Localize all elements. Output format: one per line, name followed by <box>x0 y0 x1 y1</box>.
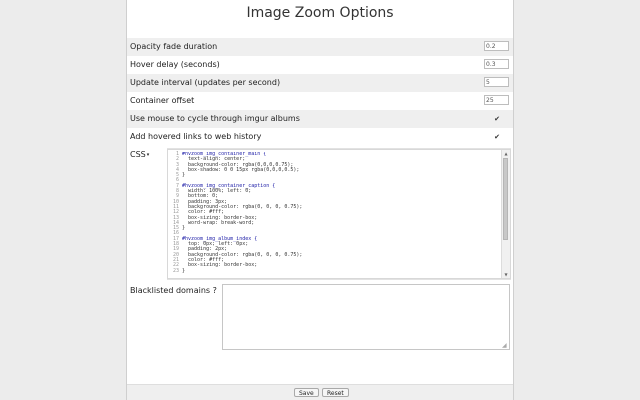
reset-button[interactable]: Reset <box>322 388 349 397</box>
imgur-cycle-label: Use mouse to cycle through imgur albums <box>130 114 300 123</box>
options-panel: Image Zoom Options Opacity fade duration… <box>126 0 514 400</box>
blacklist-label: Blacklisted domains ? <box>130 286 217 295</box>
option-row-imgur-cycle: Use mouse to cycle through imgur albums … <box>127 110 513 128</box>
save-button[interactable]: Save <box>294 388 319 397</box>
option-row-opacity: Opacity fade duration <box>127 38 513 56</box>
scroll-up-arrow-icon[interactable]: ▲ <box>502 150 510 157</box>
css-toggle[interactable]: CSS▾ <box>130 150 149 159</box>
page-title: Image Zoom Options <box>246 5 394 21</box>
css-section: 1 2 3 4 5 6 7 8 9 10 11 12 13 14 15 16 17 18 19 20 21 22 23 #h… <box>167 148 511 280</box>
css-code[interactable]: #hvzoom_img_container_main { text-align:… <box>182 152 500 278</box>
css-label: CSS <box>130 150 146 159</box>
hover-delay-label: Hover delay (seconds) <box>130 60 220 69</box>
line-number-gutter: 1 2 3 4 5 6 7 8 9 10 11 12 13 14 15 16 17 18 19 20 21 22 23 <box>168 151 179 274</box>
web-history-label: Add hovered links to web history <box>130 132 262 141</box>
opacity-fade-label: Opacity fade duration <box>130 42 218 51</box>
scroll-down-arrow-icon[interactable]: ▼ <box>502 271 510 278</box>
blacklist-textarea[interactable] <box>222 284 510 350</box>
imgur-cycle-checkbox[interactable]: ✔ <box>493 115 501 123</box>
scroll-thumb[interactable] <box>503 158 508 240</box>
resize-grip-icon[interactable]: ◢ <box>502 343 508 349</box>
opacity-fade-input[interactable] <box>484 41 509 51</box>
hover-delay-input[interactable] <box>484 59 509 69</box>
editor-scrollbar[interactable]: ▲ ▼ <box>501 150 510 278</box>
update-interval-input[interactable] <box>484 77 509 87</box>
code-line: } <box>182 267 186 274</box>
container-offset-label: Container offset <box>130 96 195 105</box>
footer-bar: Save Reset <box>127 384 513 400</box>
option-row-web-history: Add hovered links to web history ✔ <box>127 128 513 146</box>
update-interval-label: Update interval (updates per second) <box>130 78 281 87</box>
css-editor[interactable]: 1 2 3 4 5 6 7 8 9 10 11 12 13 14 15 16 17 18 19 20 21 22 23 #h… <box>167 149 511 279</box>
option-row-hover-delay: Hover delay (seconds) <box>127 56 513 74</box>
chevron-down-icon: ▾ <box>146 152 150 158</box>
option-row-update-interval: Update interval (updates per second) <box>127 74 513 92</box>
web-history-checkbox[interactable]: ✔ <box>493 133 501 141</box>
option-row-container-offset: Container offset <box>127 92 513 110</box>
line-number: 23 <box>172 267 179 274</box>
container-offset-input[interactable] <box>484 95 509 105</box>
